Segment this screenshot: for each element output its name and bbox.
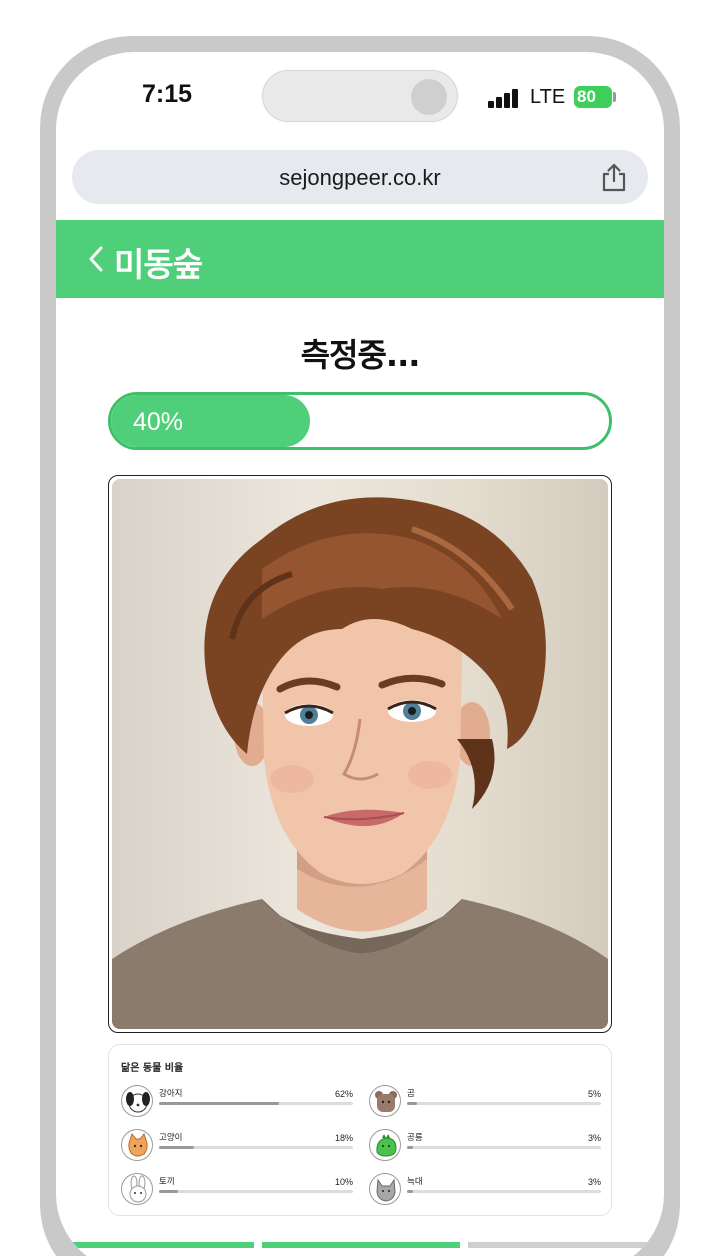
animal-bar-fill (159, 1190, 179, 1193)
network-label: LTE (530, 86, 566, 108)
battery-tip (613, 92, 616, 102)
animal-name: 곰 (407, 1089, 415, 1099)
animal-bar-track (407, 1102, 601, 1105)
back-chevron-icon[interactable] (86, 244, 106, 274)
share-icon[interactable] (600, 162, 628, 192)
dog-icon (121, 1085, 153, 1117)
similar-animals-card: 닮은 동물 비율 강아지 62% 고양이 18% 토끼 10% 곰 5% 공룡 … (108, 1044, 612, 1216)
cat-icon (121, 1129, 153, 1161)
animal-percent: 62% (334, 1089, 353, 1099)
battery-icon: 80 (574, 86, 612, 108)
animal-row-wolf: 늑대 3% (369, 1171, 601, 1207)
measuring-title: 측정중... (300, 336, 421, 374)
url-text[interactable]: sejongpeer.co.kr (72, 165, 648, 191)
address-bar[interactable]: sejongpeer.co.kr (72, 150, 648, 204)
photo-frame (108, 475, 612, 1033)
animal-bar-fill (407, 1146, 413, 1149)
animal-row-dog: 강아지 62% (121, 1083, 353, 1119)
results-title: 닮은 동물 비율 (121, 1063, 184, 1074)
bottom-indicator-3 (468, 1242, 664, 1248)
animal-name: 강아지 (159, 1089, 183, 1099)
camera-icon (411, 79, 447, 115)
progress-label: 40% (133, 408, 184, 436)
animal-name: 토끼 (159, 1177, 175, 1187)
app-title: 미동숲 (114, 245, 203, 284)
animal-bar-track (407, 1146, 601, 1149)
progress-bar: 40% (108, 392, 612, 450)
portrait-illustration (112, 497, 608, 1029)
face-photo (112, 479, 608, 1029)
animal-row-bear: 곰 5% (369, 1083, 601, 1119)
animal-percent: 3% (587, 1177, 601, 1187)
dynamic-island (262, 70, 458, 122)
animal-bar-track (407, 1190, 601, 1193)
animal-bar-fill (159, 1102, 280, 1105)
animal-bar-fill (159, 1146, 194, 1149)
animal-name: 고양이 (159, 1133, 183, 1143)
bottom-indicator-2 (262, 1242, 460, 1248)
animal-row-rabbit: 토끼 10% (121, 1171, 353, 1207)
animal-percent: 18% (334, 1133, 353, 1143)
signal-icon (488, 88, 520, 108)
animal-bar-track (159, 1190, 353, 1193)
bottom-indicator-bar (56, 1242, 664, 1250)
phone-screen: 7:15 LTE 80 sejongpeer.co.kr 미동숲 측정중... … (56, 52, 664, 1256)
wolf-icon (369, 1173, 401, 1205)
animal-percent: 5% (587, 1089, 601, 1099)
rabbit-icon (121, 1173, 153, 1205)
status-time: 7:15 (142, 80, 193, 108)
app-header: 미동숲 (56, 220, 664, 298)
bear-icon (369, 1085, 401, 1117)
dinosaur-icon (369, 1129, 401, 1161)
animal-percent: 10% (334, 1177, 353, 1187)
animal-bar-fill (407, 1102, 417, 1105)
animal-row-cat: 고양이 18% (121, 1127, 353, 1163)
animal-bar-fill (407, 1190, 413, 1193)
animal-bar-track (159, 1146, 353, 1149)
animal-row-dinosaur: 공룡 3% (369, 1127, 601, 1163)
animal-percent: 3% (587, 1133, 601, 1143)
animal-bar-track (159, 1102, 353, 1105)
animal-name: 공룡 (407, 1133, 423, 1143)
animal-name: 늑대 (407, 1177, 423, 1187)
bottom-indicator-1 (56, 1242, 254, 1248)
